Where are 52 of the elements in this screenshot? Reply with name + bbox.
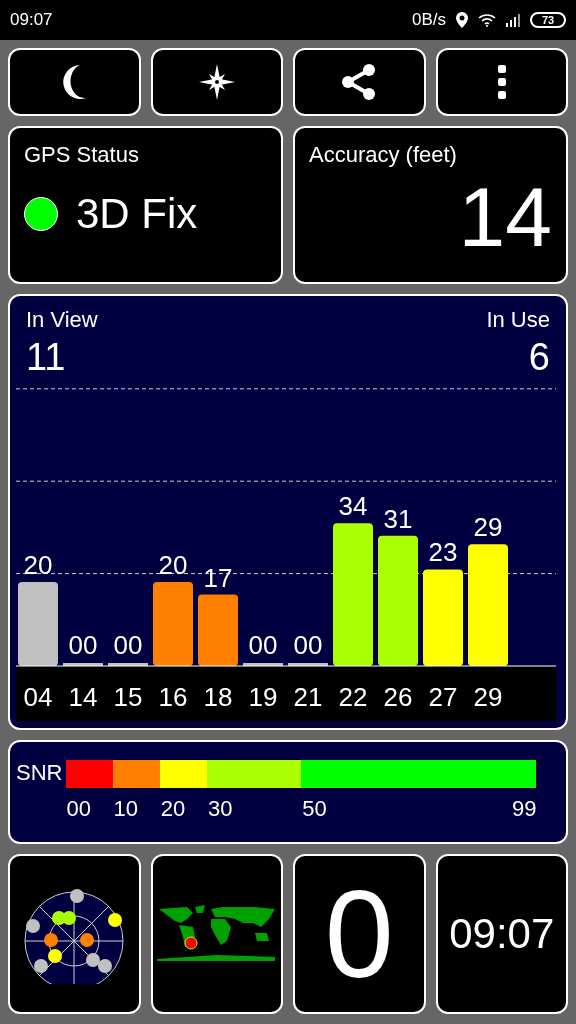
bar-value-label: 20	[158, 550, 188, 580]
location-icon	[456, 12, 468, 28]
signal-icon	[506, 13, 520, 27]
bar-value-label: 00	[68, 630, 98, 660]
satellite-id-label: 14	[68, 682, 98, 712]
satellite-id-label: 04	[23, 682, 53, 712]
snr-scale-label: 50	[302, 795, 327, 823]
snr-scale-label: 99	[512, 795, 537, 823]
in-use-count: 6	[528, 334, 550, 380]
network-speed: 0B/s	[411, 9, 446, 32]
toolbar-button[interactable]	[435, 48, 568, 116]
in-use-label: In Use	[486, 306, 550, 334]
satellite-id-label: 29	[473, 682, 503, 712]
satellite-id-label: 27	[428, 682, 458, 712]
bar-value-label: 00	[113, 630, 143, 660]
toolbar-button[interactable]	[293, 48, 426, 116]
satellite-id-label: 18	[203, 682, 233, 712]
clock-time: 09:07	[449, 913, 555, 955]
world-map-button[interactable]	[150, 854, 283, 1014]
satellite-id-label: 22	[338, 682, 368, 712]
snr-scale-label: 30	[207, 795, 233, 823]
sky-plot-button[interactable]	[8, 854, 141, 1014]
satellite-id-label: 26	[383, 682, 413, 712]
bar-value-label: 17	[203, 562, 233, 593]
bar-value-label: 29	[473, 512, 503, 543]
battery-indicator: 73	[530, 12, 566, 28]
snr-scale-label: 10	[113, 795, 139, 823]
card-title: Accuracy (feet)	[309, 141, 458, 169]
status-time: 09:07	[10, 9, 54, 32]
fix-status: 3D Fix	[76, 193, 198, 235]
speed-value: 0	[324, 872, 394, 996]
bar-value-label: 20	[23, 550, 53, 580]
satellite-id-label: 19	[248, 682, 278, 712]
toolbar-button[interactable]	[8, 48, 141, 116]
bar-value-label: 31	[383, 503, 413, 534]
snr-scale-label: 20	[160, 795, 186, 823]
wifi-icon	[478, 13, 496, 27]
in-view-count: 11	[26, 334, 67, 380]
satellite-id-label: 21	[293, 682, 323, 712]
toolbar-button[interactable]	[150, 48, 283, 116]
more-options-icon	[496, 65, 507, 99]
bar-value-label: 34	[338, 491, 368, 522]
in-view-label: In View	[26, 306, 98, 334]
bar-value-label: 00	[293, 630, 323, 660]
satellite-id-label: 15	[113, 682, 143, 712]
satellite-id-label: 16	[158, 682, 188, 712]
snr-scale-label: 00	[66, 795, 91, 823]
bar-value-label: 00	[248, 630, 278, 660]
bar-value-label: 23	[428, 537, 458, 568]
card-title: GPS Status	[24, 141, 140, 169]
accuracy-value: 14	[458, 175, 552, 259]
snr-label: SNR	[16, 762, 63, 787]
